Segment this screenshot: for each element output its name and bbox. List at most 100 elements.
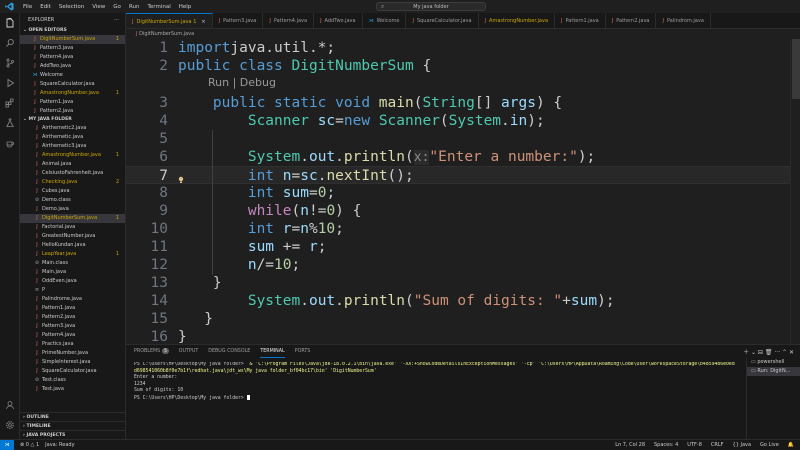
file-item[interactable]: J Main.java (20, 268, 125, 277)
file-item[interactable]: J DigitNumberSum.java 1 (20, 35, 125, 44)
tab-welcome[interactable]: ⋊ Welcome (363, 13, 407, 28)
file-item[interactable]: ≡ P (20, 286, 125, 295)
tab-amastrongnumber[interactable]: J AmastrongNumber.java (479, 13, 556, 28)
tab-palindrom[interactable]: J Palindrom.java (656, 13, 711, 28)
menu-item-help[interactable]: Help (179, 4, 192, 10)
status-item[interactable]: Spaces: 4 (654, 442, 678, 448)
status-item[interactable]: Ln 7, Col 28 (615, 442, 645, 448)
scrollbar-thumb[interactable] (792, 39, 800, 99)
file-item[interactable]: J Pattern4.java (20, 331, 125, 340)
close-icon[interactable]: × (201, 14, 205, 29)
menu-item-go[interactable]: Go (113, 4, 121, 10)
extensions-icon[interactable] (0, 93, 20, 113)
file-item[interactable]: J Pattern3.java (20, 322, 125, 331)
remote-icon[interactable]: ⋊ (0, 440, 14, 450)
file-item[interactable]: J Pattern1.java (20, 304, 125, 313)
tab-addtwo[interactable]: J AddTwo.java (314, 13, 363, 28)
file-item[interactable]: J Practics.java (20, 340, 125, 349)
terminal-instance[interactable]: ▭ powershell (747, 358, 800, 367)
panel-tab-ports[interactable]: PORTS (295, 345, 311, 358)
file-item[interactable]: J OddEven.java (20, 277, 125, 286)
bell-icon[interactable]: 🔔 (788, 442, 794, 448)
file-item[interactable]: J HelloKundan.java (20, 241, 125, 250)
file-item[interactable]: J Animal.java (20, 160, 125, 169)
file-item[interactable]: J AmastrongNumber.java 1 (20, 151, 125, 160)
source-control-icon[interactable] (0, 53, 20, 73)
search-icon[interactable] (0, 33, 20, 53)
file-item[interactable]: J LeapYear.java 1 (20, 250, 125, 259)
file-item[interactable]: ⊘ Test.class (20, 376, 125, 385)
tab-squarecalculator[interactable]: J SquareCalculator.java (406, 13, 479, 28)
codelens-run-debug[interactable]: Run | Debug (208, 76, 276, 89)
testing-icon[interactable] (0, 113, 20, 133)
indent-guide (212, 130, 213, 275)
explorer-icon[interactable] (0, 13, 20, 33)
status-item[interactable]: ⊗ 0 △ 1 (20, 442, 39, 448)
file-item[interactable]: J Airthemetic.java (20, 133, 125, 142)
tab-pattern3[interactable]: J Pattern3.java (213, 13, 264, 28)
status-item[interactable]: UTF-8 (687, 442, 702, 448)
menu-item-file[interactable]: File (23, 4, 32, 10)
file-item[interactable]: J AddTwo.java (20, 62, 125, 71)
java-projects-icon[interactable] (0, 133, 20, 153)
file-item[interactable]: J Test.java (20, 385, 125, 394)
file-item[interactable]: J Pattern1.java (20, 98, 125, 107)
file-item[interactable]: J CelsiustoFahrenheit.java (20, 169, 125, 178)
file-item[interactable]: ⋊ Welcome (20, 71, 125, 80)
file-item[interactable]: ⊘ Demo.class (20, 196, 125, 205)
more-actions-icon[interactable]: ··· (114, 13, 119, 27)
file-item[interactable]: J Airthemetic2.java (20, 124, 125, 133)
menu-item-edit[interactable]: Edit (40, 4, 51, 10)
tab-label: Welcome (376, 18, 400, 24)
section-java-projects[interactable]: › JAVA PROJECTS (20, 430, 125, 439)
file-item[interactable]: J Airthemetic3.java (20, 142, 125, 151)
menu-item-view[interactable]: View (92, 4, 105, 10)
menu-item-terminal[interactable]: Terminal (147, 4, 170, 10)
code-editor[interactable]: Run | Debug 1 importjava.util.*; 2 public c… (126, 39, 790, 344)
file-item[interactable]: J GreatestNumber.java (20, 232, 125, 241)
status-item[interactable]: CRLF (711, 442, 724, 448)
file-item[interactable]: J Checking.java 2 (20, 178, 125, 187)
tab-digitnumbersum[interactable]: J DigitNumberSum.java 1 × (126, 13, 213, 29)
tab-pattern4[interactable]: J Pattern4.java (263, 13, 315, 28)
file-item[interactable]: J Factorial.java (20, 223, 125, 232)
file-item[interactable]: J Pattern4.java (20, 53, 125, 62)
menu-item-run[interactable]: Run (129, 4, 140, 10)
file-item[interactable]: J PrimeNumber.java (20, 349, 125, 358)
open-editors-header[interactable]: ⌄ OPEN EDITORS (20, 27, 125, 35)
panel-actions[interactable]: ＋ ⌄ ⊟ 🗑 ··· ⌃ ✕ (743, 347, 794, 356)
terminal-output[interactable]: PS C:\Users\HP\Desktop\My java folder> &… (134, 362, 746, 403)
section-timeline[interactable]: › TIMELINE (20, 421, 125, 430)
file-item[interactable]: J DigitNumberSum.java 1 (20, 214, 125, 223)
file-item[interactable]: J AmastrongNumber.java 1 (20, 89, 125, 98)
file-item[interactable]: J Palindrome.java (20, 295, 125, 304)
gear-icon[interactable] (0, 415, 20, 435)
terminal-instance[interactable]: ▭ Run: DigitN... (747, 367, 800, 376)
tab-pattern2[interactable]: J Pattern2.java (606, 13, 657, 28)
account-icon[interactable] (0, 395, 20, 415)
command-center-search[interactable]: ⌕ My java folder (376, 2, 486, 11)
file-item[interactable]: J SquareCalculator.java (20, 80, 125, 89)
file-item[interactable]: J Pattern3.java (20, 44, 125, 53)
file-item[interactable]: J SimpleInterest.java (20, 358, 125, 367)
panel-tab-debug-console[interactable]: DEBUG CONSOLE (208, 345, 250, 358)
section-outline[interactable]: › OUTLINE (20, 412, 125, 421)
tab-pattern1[interactable]: J Pattern1.java (555, 13, 606, 28)
file-item[interactable]: J Pattern2.java (20, 313, 125, 322)
status-item[interactable]: {} Java (733, 442, 752, 448)
menu-item-selection[interactable]: Selection (59, 4, 84, 10)
panel-tab-output[interactable]: OUTPUT (179, 345, 199, 358)
status-item[interactable]: Go Live (760, 442, 779, 448)
file-item[interactable]: J Pattern2.java (20, 107, 125, 116)
panel-tab-problems[interactable]: PROBLEMS 5 (134, 345, 169, 358)
folder-header[interactable]: ⌄ MY JAVA FOLDER (20, 116, 125, 124)
file-item[interactable]: J SquareCalculator.java (20, 367, 125, 376)
file-item[interactable]: J Demo.java (20, 205, 125, 214)
run-debug-icon[interactable] (0, 73, 20, 93)
file-item[interactable]: J Cubes.java (20, 187, 125, 196)
scrollbar[interactable] (790, 39, 800, 344)
panel-tab-terminal[interactable]: TERMINAL (260, 345, 285, 358)
status-item[interactable]: Java: Ready (45, 442, 74, 448)
file-item[interactable]: ⊘ Main.class (20, 259, 125, 268)
breadcrumb[interactable]: J DigitNumberSum.java (126, 29, 800, 39)
